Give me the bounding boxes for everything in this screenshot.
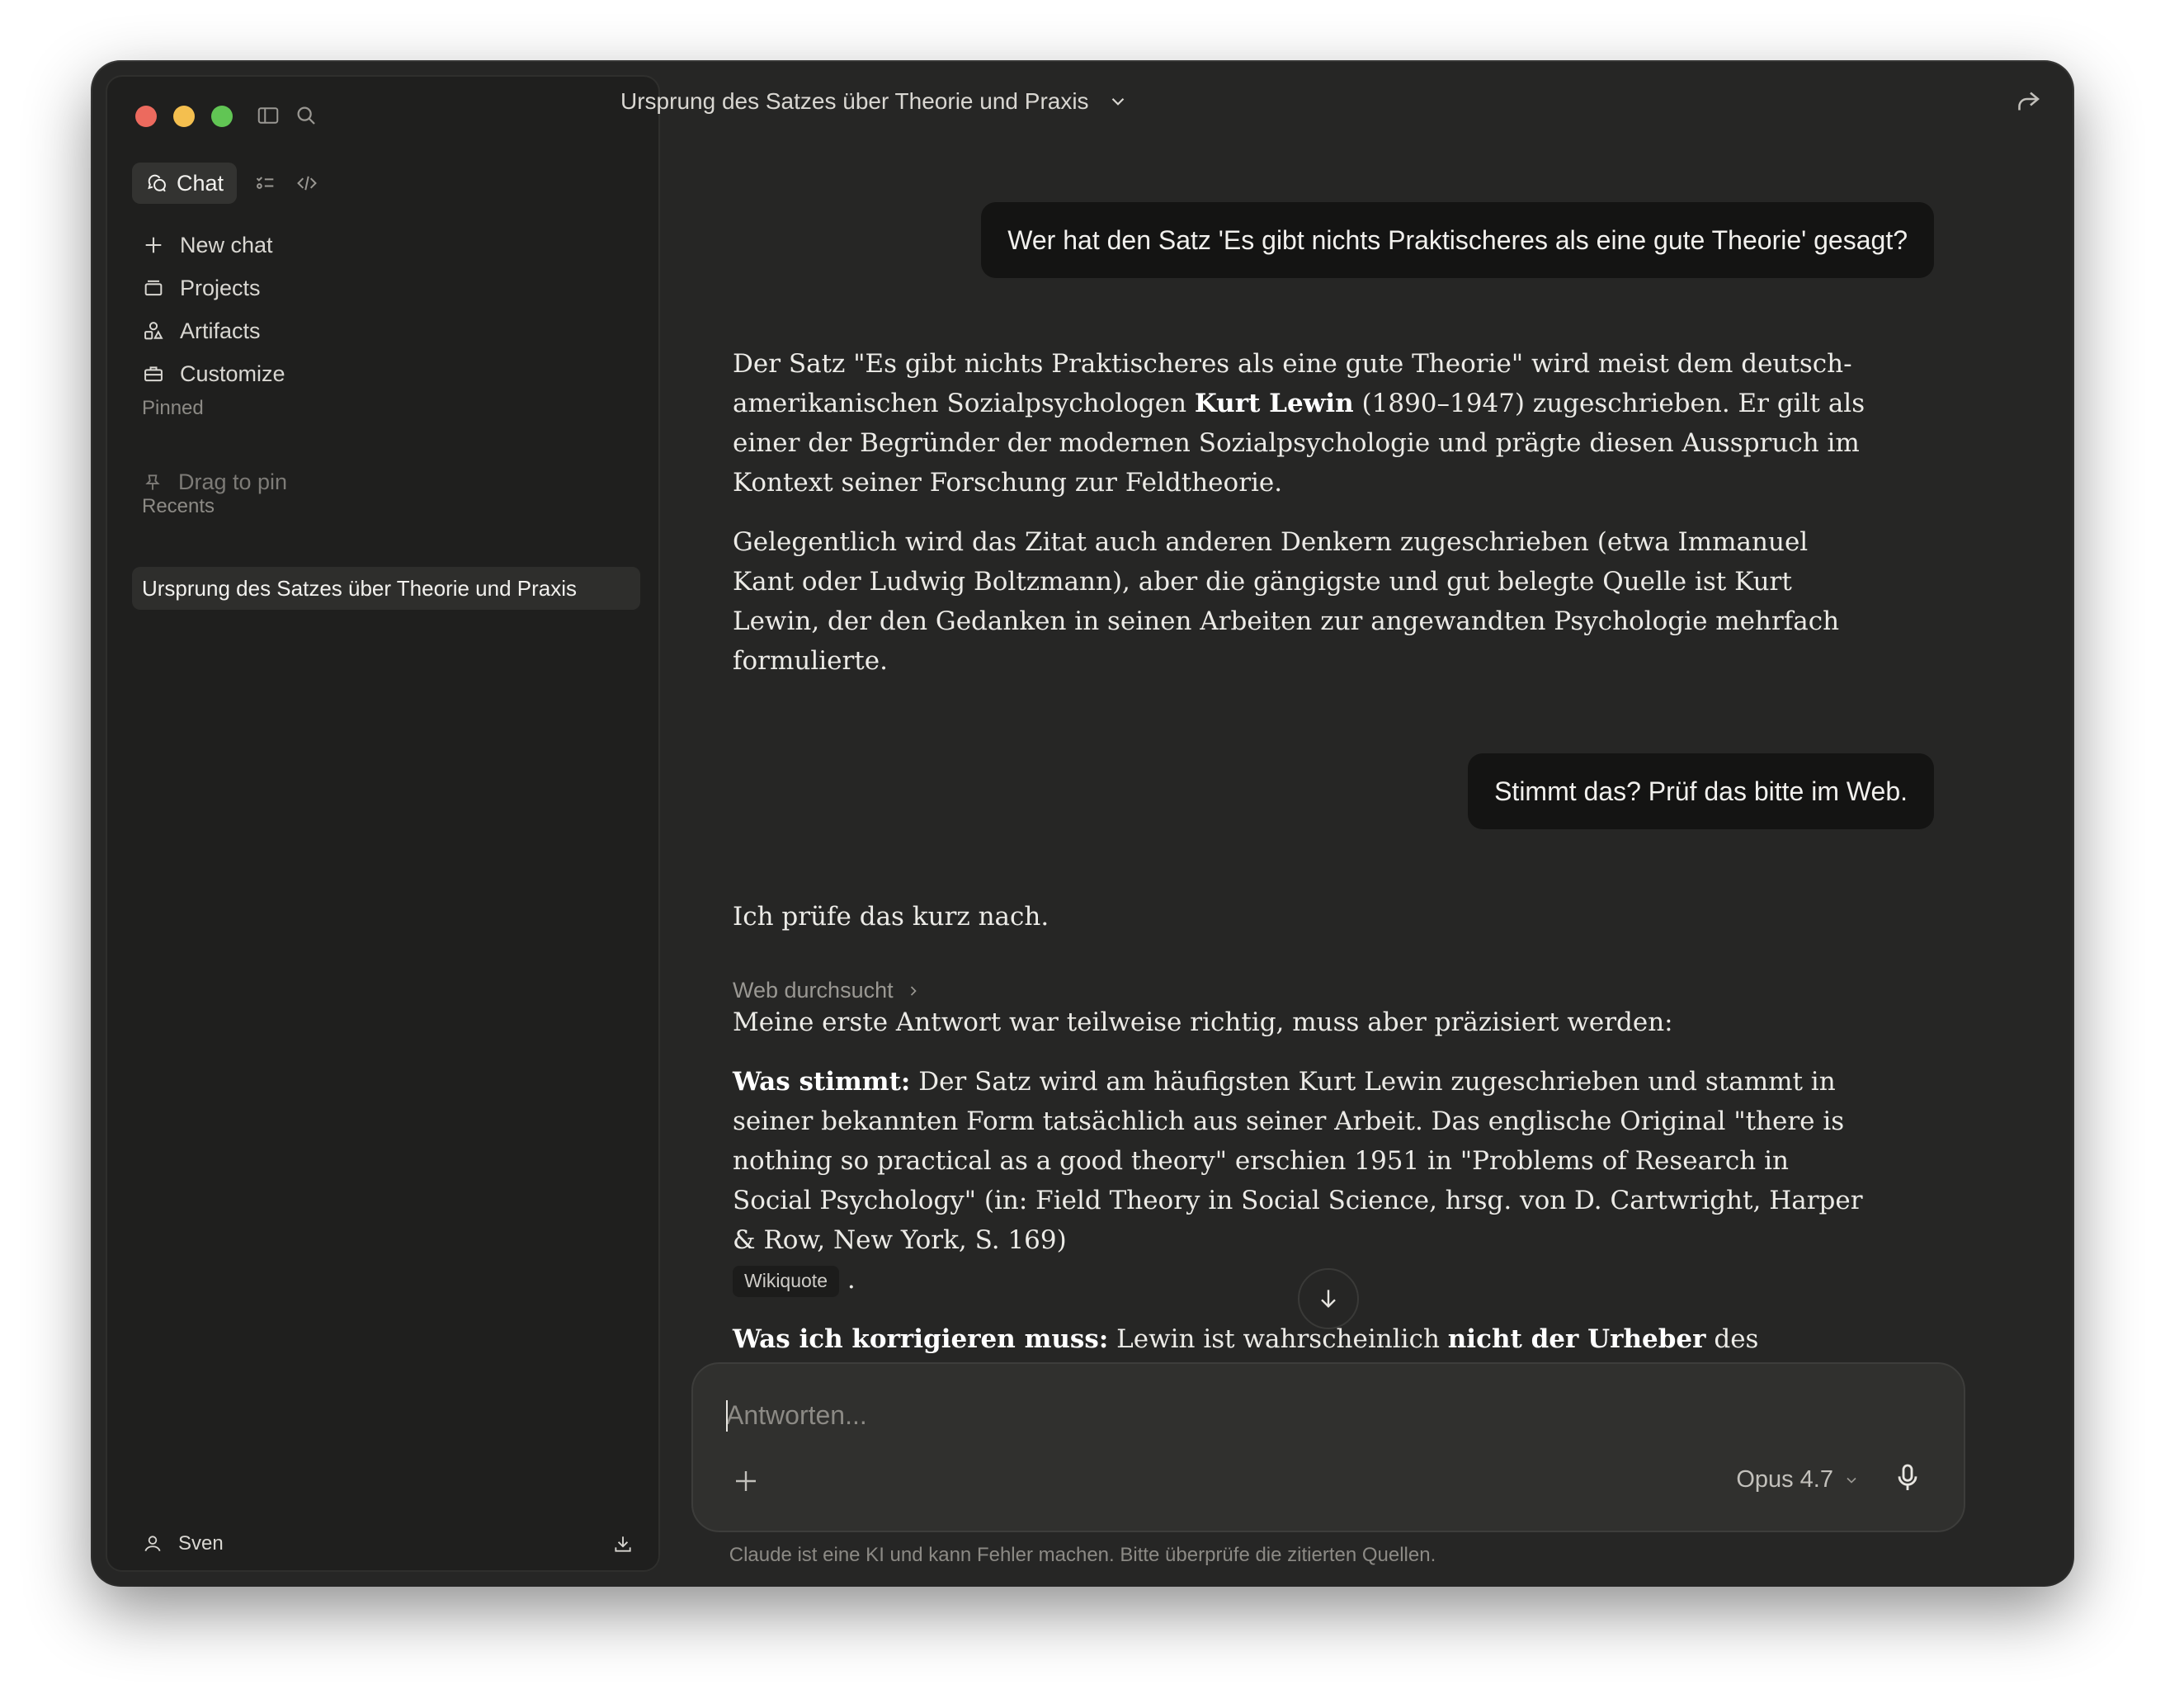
sidebar: Chat New chat Projects Artifacts Customi… [106,75,660,1572]
web-search-toggle[interactable]: Web durchsucht [733,978,922,1003]
sidebar-item-label: New chat [180,232,273,257]
sidebar-item-label: Projects [180,275,261,300]
chevron-right-icon [910,985,917,996]
plus-icon [145,237,162,253]
app-window: Chat New chat Projects Artifacts Customi… [92,62,2073,1585]
user-message: Stimmt das? Prüf das bitte im Web. [1468,753,1934,829]
scroll-to-bottom-button[interactable] [1298,1268,1359,1329]
code-icon [297,176,317,191]
source-chip[interactable]: Wikiquote [733,1265,839,1297]
text-span: . [847,1265,856,1295]
bold-text: nicht der Urheber [1447,1324,1706,1354]
tab-chat[interactable]: Chat [132,163,238,204]
conversation-title-dropdown[interactable]: Ursprung des Satzes über Theorie und Pra… [620,88,1129,115]
assistant-paragraph: Der Satz "Es gibt nichts Praktischeres a… [733,344,1871,502]
bold-text: Kurt Lewin [1194,389,1354,418]
sidebar-item-artifacts[interactable]: Artifacts [132,309,644,352]
assistant-paragraph: Gelegentlich wird das Zitat auch anderen… [733,527,1840,676]
recent-chat-item[interactable]: Ursprung des Satzes über Theorie und Pra… [132,567,640,610]
disclaimer-container: Claude ist eine KI und kann Fehler mache… [92,1544,2073,1567]
chat-bubbles-icon [148,174,166,192]
bold-text: Was stimmt: [733,1067,911,1097]
assistant-paragraph: Was stimmt: Der Satz wird am häufigsten … [733,1062,1871,1300]
bold-text: Was ich korrigieren muss: [733,1324,1109,1354]
assistant-message: Der Satz "Es gibt nichts Praktischeres a… [733,344,1871,701]
assistant-intro: Ich prüfe das kurz nach. [733,902,1049,932]
microphone-icon[interactable] [1891,1461,1924,1494]
text-caret [726,1400,728,1432]
tab-code[interactable] [295,171,319,196]
folder-icon [144,280,163,296]
web-search-label: Web durchsucht [733,978,894,1003]
recents-heading: Recents [142,495,215,517]
composer[interactable]: Antworten... Opus 4.7 [691,1362,1965,1532]
chevron-down-icon [1847,1477,1856,1484]
mode-tabs: Chat [132,163,319,204]
artifacts-icon [144,322,163,340]
sidebar-nav: New chat Projects Artifacts Customize [132,224,644,395]
assistant-paragraph: Meine erste Antwort war teilweise richti… [733,1007,1673,1037]
pin-drop-zone[interactable]: Drag to pin [142,469,287,495]
close-window-button[interactable] [135,106,157,127]
text-span: Lewin ist wahrscheinlich [1108,1324,1448,1354]
sidebar-item-new-chat[interactable]: New chat [132,224,644,267]
search-icon[interactable] [294,103,318,128]
checklist-icon [256,177,274,189]
minimize-window-button[interactable] [173,106,195,127]
user-message: Wer hat den Satz 'Es gibt nichts Praktis… [981,202,1934,278]
share-icon[interactable] [2013,87,2043,116]
sidebar-item-label: Customize [180,361,285,386]
sidebar-toggle-icon[interactable] [256,103,281,128]
attach-plus-icon[interactable] [731,1466,761,1496]
model-selector[interactable]: Opus 4.7 [1736,1466,1860,1493]
briefcase-icon [144,366,163,382]
pinned-heading: Pinned [142,397,204,419]
sidebar-item-projects[interactable]: Projects [132,267,644,309]
tab-tasks[interactable] [253,171,278,196]
sidebar-item-label: Artifacts [180,318,261,343]
pin-icon [145,474,160,490]
reply-input[interactable]: Antworten... [726,1400,867,1431]
pin-hint: Drag to pin [178,469,288,494]
conversation-title: Ursprung des Satzes über Theorie und Pra… [620,88,1089,114]
sidebar-item-customize[interactable]: Customize [132,352,644,395]
model-name: Opus 4.7 [1736,1466,1833,1493]
tab-chat-label: Chat [177,170,224,196]
zoom-window-button[interactable] [211,106,233,127]
disclaimer: Claude ist eine KI und kann Fehler mache… [729,1544,1436,1566]
chevron-down-icon [1111,97,1124,106]
arrow-down-icon [1321,1290,1336,1309]
